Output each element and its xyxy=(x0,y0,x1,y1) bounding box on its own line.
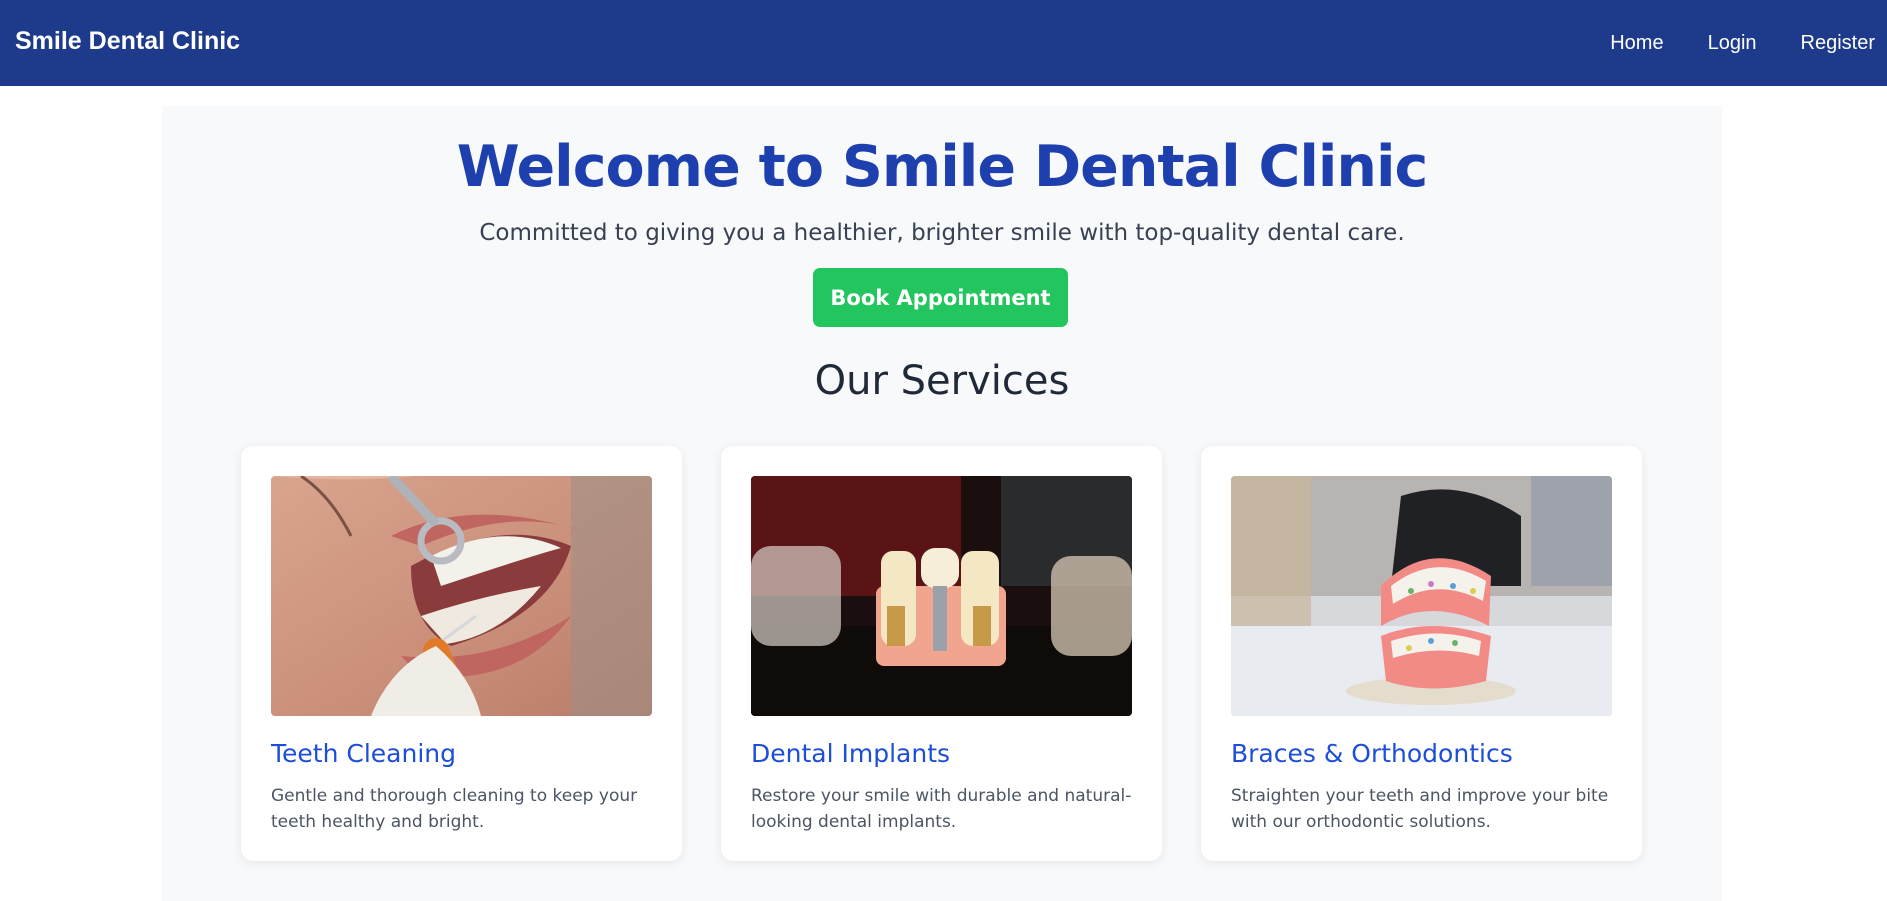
nav-home-link[interactable]: Home xyxy=(1610,32,1663,55)
service-description: Gentle and thorough cleaning to keep you… xyxy=(271,786,638,832)
service-description: Restore your smile with durable and natu… xyxy=(751,786,1132,832)
navbar: Smile Dental Clinic Home Login Register xyxy=(0,0,1887,86)
hero-title: Welcome to Smile Dental Clinic xyxy=(456,134,1429,200)
teeth-cleaning-image xyxy=(271,476,652,716)
services-heading: Our Services xyxy=(814,358,1070,404)
braces-image xyxy=(1231,476,1612,716)
service-title: Dental Implants xyxy=(751,739,951,768)
service-card-braces[interactable]: Braces & Orthodontics Straighten your te… xyxy=(1201,446,1642,861)
nav-register-link[interactable]: Register xyxy=(1801,32,1875,55)
nav-links: Home Login Register xyxy=(1566,0,1875,86)
service-card-teeth-cleaning[interactable]: Teeth Cleaning Gentle and thorough clean… xyxy=(241,446,682,861)
service-card-dental-implants[interactable]: Dental Implants Restore your smile with … xyxy=(721,446,1162,861)
brand-logo[interactable]: Smile Dental Clinic xyxy=(15,0,240,86)
nav-login-link[interactable]: Login xyxy=(1708,32,1757,55)
main-content: Welcome to Smile Dental Clinic Committed… xyxy=(162,106,1722,901)
service-title: Teeth Cleaning xyxy=(271,739,456,768)
service-title: Braces & Orthodontics xyxy=(1231,739,1513,768)
service-description: Straighten your teeth and improve your b… xyxy=(1231,786,1609,832)
book-appointment-button[interactable]: Book Appointment xyxy=(813,268,1068,327)
dental-implants-image xyxy=(751,476,1132,716)
hero-subtitle: Committed to giving you a healthier, bri… xyxy=(479,220,1405,246)
